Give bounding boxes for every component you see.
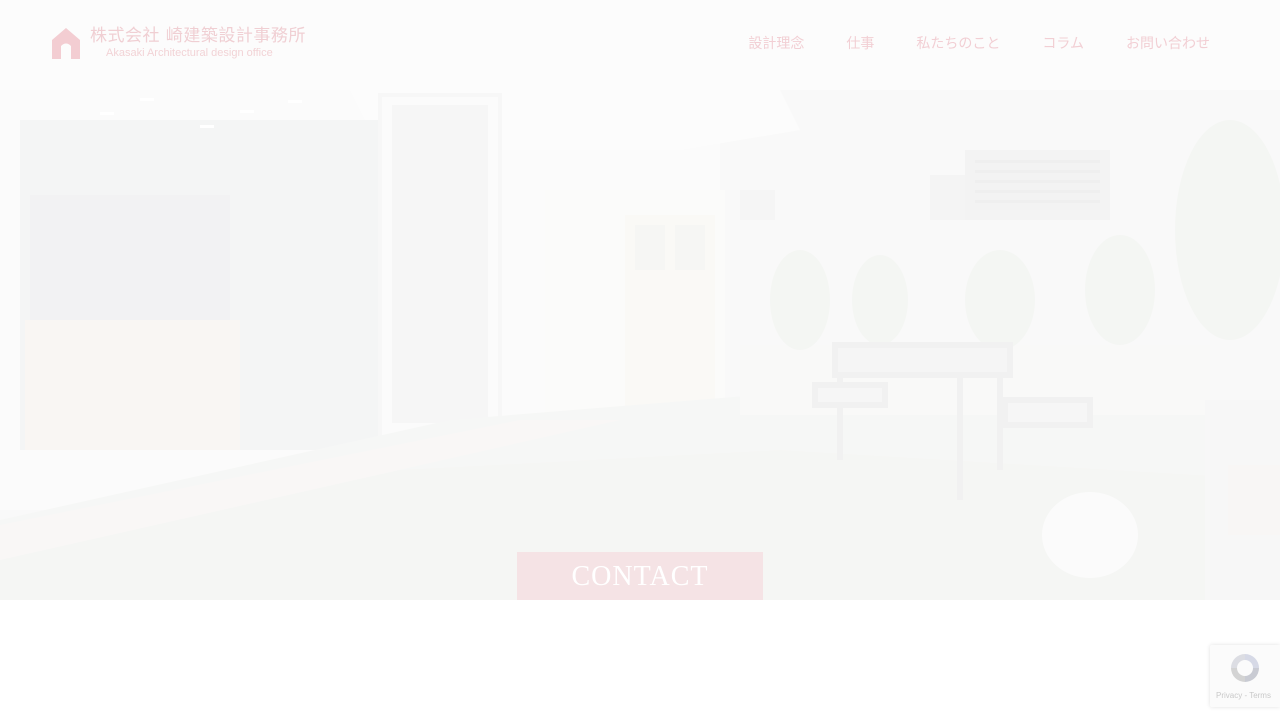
nav-item-column[interactable]: コラム (1042, 34, 1084, 54)
contact-button[interactable]: CONTACT (517, 552, 763, 600)
nav-item-works[interactable]: 仕事 (846, 34, 874, 54)
house-logo-icon (52, 28, 80, 59)
recaptcha-icon (1231, 654, 1259, 682)
site-header: 株式会社 崎建築設計事務所 Akasaki Architectural desi… (0, 0, 1280, 90)
page: CONTACT 株式会社 崎建築設計事務所 Akasaki Architectu… (0, 0, 1280, 720)
nav-item-philosophy[interactable]: 設計理念 (748, 34, 804, 54)
hero-overlay (0, 0, 1280, 600)
recaptcha-badge[interactable]: Privacy - Terms (1210, 645, 1280, 707)
recaptcha-links[interactable]: Privacy - Terms (1216, 691, 1271, 700)
nav-item-about[interactable]: 私たちのこと (916, 34, 1000, 54)
site-logo[interactable]: 株式会社 崎建築設計事務所 Akasaki Architectural desi… (50, 26, 306, 62)
logo-text: 株式会社 崎建築設計事務所 Akasaki Architectural desi… (90, 26, 306, 60)
logo-company-name: 株式会社 崎建築設計事務所 (90, 26, 306, 46)
logo-company-name-en: Akasaki Architectural design office (106, 47, 273, 59)
contact-label: CONTACT (571, 561, 709, 592)
main-nav: 設計理念 仕事 私たちのこと コラム お問い合わせ (748, 34, 1210, 54)
nav-item-contact[interactable]: お問い合わせ (1126, 34, 1210, 54)
hero-image: CONTACT (0, 0, 1280, 600)
